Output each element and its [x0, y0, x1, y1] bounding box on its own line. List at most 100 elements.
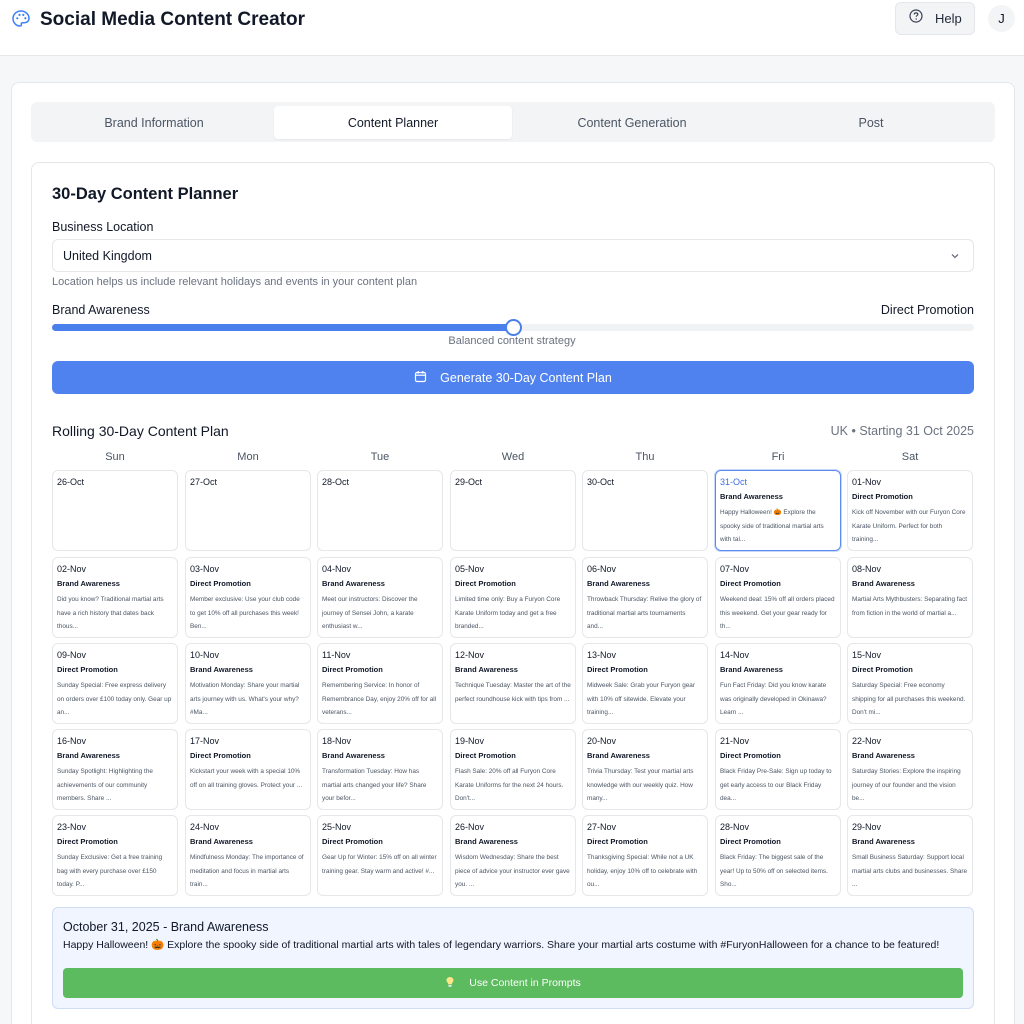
calendar-day-cell[interactable]: 03-Nov Direct Promotion Member exclusive: … [185, 557, 311, 638]
strategy-slider-thumb[interactable] [504, 319, 522, 336]
day-content-snippet: Midweek Sale: Grab your Furyon gear with… [587, 682, 695, 716]
avatar[interactable]: J [988, 5, 1015, 32]
calendar-day-cell[interactable]: 05-Nov Direct Promotion Limited time only:… [450, 557, 576, 638]
calendar-day-cell[interactable]: 26-Nov Brand Awareness Wisdom Wednesday: S… [450, 815, 576, 896]
day-content-snippet: Flash Sale: 20% off all Furyon Core Kara… [455, 768, 564, 802]
day-content-type: Direct Promotion [720, 579, 781, 588]
day-content-type: Direct Promotion [455, 579, 516, 588]
location-select[interactable]: United Kingdom [52, 239, 974, 272]
calendar-day-cell[interactable]: 10-Nov Brand Awareness Motivation Monday: … [185, 643, 311, 724]
detail-title: October 31, 2025 - Brand Awareness [63, 920, 269, 934]
calendar-day-cell[interactable]: 31-Oct Brand Awareness Happy Halloween! 🎃 … [715, 470, 841, 551]
day-date: 27-Nov [587, 822, 617, 832]
day-content-type: Direct Promotion [852, 665, 913, 674]
day-date: 22-Nov [852, 736, 882, 746]
chevron-down-icon [949, 250, 961, 265]
day-content-snippet: Technique Tuesday: Master the art of the… [455, 682, 571, 703]
day-content-type: Direct Promotion [322, 837, 383, 846]
calendar-day-cell[interactable]: 18-Nov Brand Awareness Transformation Tues… [317, 729, 443, 810]
calendar-day-cell[interactable]: 26-Oct [52, 470, 178, 551]
location-label: Business Location [52, 220, 154, 234]
day-content-type: Brand Awareness [322, 579, 385, 588]
day-content-snippet: Remembering Service: In honor of Remembr… [322, 682, 437, 716]
generate-plan-label: Generate 30-Day Content Plan [440, 370, 612, 385]
calendar-day-cell[interactable]: 28-Nov Direct Promotion Black Friday: The … [715, 815, 841, 896]
calendar-day-cell[interactable]: 27-Nov Direct Promotion Thanksgiving Speci… [582, 815, 708, 896]
calendar-day-cell[interactable]: 17-Nov Direct Promotion Kickstart your wee… [185, 729, 311, 810]
day-date: 13-Nov [587, 650, 617, 660]
day-content-type: Brand Awareness [587, 751, 650, 760]
day-date: 04-Nov [322, 564, 352, 574]
calendar-icon [414, 370, 440, 386]
calendar-day-cell[interactable]: 24-Nov Brand Awareness Mindfulness Monday:… [185, 815, 311, 896]
calendar-day-cell[interactable]: 01-Nov Direct Promotion Kick off November … [847, 470, 973, 551]
day-content-type: Brand Awareness [322, 751, 385, 760]
calendar-day-cell[interactable]: 14-Nov Brand Awareness Fun Fact Friday: Di… [715, 643, 841, 724]
calendar-day-cell[interactable]: 12-Nov Brand Awareness Technique Tuesday: … [450, 643, 576, 724]
day-content-snippet: Throwback Thursday: Relive the glory of … [587, 596, 702, 630]
detail-text: Happy Halloween! 🎃 Explore the spooky si… [63, 939, 940, 951]
day-content-snippet: Small Business Saturday: Support local m… [852, 854, 968, 888]
day-content-type: Brand Awareness [852, 751, 915, 760]
day-date: 16-Nov [57, 736, 87, 746]
calendar-day-cell[interactable]: 16-Nov Brand Awareness Sunday Spotlight: H… [52, 729, 178, 810]
calendar-day-cell[interactable]: 07-Nov Direct Promotion Weekend deal: 15% … [715, 557, 841, 638]
calendar-day-cell[interactable]: 23-Nov Direct Promotion Sunday Exclusive: … [52, 815, 178, 896]
calendar-day-cell[interactable]: 04-Nov Brand Awareness Meet our instructor… [317, 557, 443, 638]
calendar-day-cell[interactable]: 15-Nov Direct Promotion Saturday Special: … [847, 643, 973, 724]
day-date: 26-Nov [455, 822, 485, 832]
calendar-day-cell[interactable]: 27-Oct [185, 470, 311, 551]
calendar-day-cell[interactable]: 22-Nov Brand Awareness Saturday Stories: E… [847, 729, 973, 810]
calendar-day-cell[interactable]: 19-Nov Direct Promotion Flash Sale: 20% of… [450, 729, 576, 810]
calendar-day-cell[interactable]: 25-Nov Direct Promotion Gear Up for Winter… [317, 815, 443, 896]
calendar-day-cell[interactable]: 02-Nov Brand Awareness Did you know? Tradi… [52, 557, 178, 638]
day-date: 15-Nov [852, 650, 882, 660]
day-content-snippet: Sunday Spotlight: Highlighting the achie… [57, 768, 153, 802]
day-content-snippet: Sunday Exclusive: Get a free training ba… [57, 854, 163, 888]
calendar-day-cell[interactable]: 29-Nov Brand Awareness Small Business Satu… [847, 815, 973, 896]
weekday-header: Wed [501, 451, 525, 463]
use-content-button[interactable]: Use Content in Prompts [63, 968, 963, 998]
slider-left-label: Brand Awareness [52, 303, 150, 317]
day-content-snippet: Trivia Thursday: Test your martial arts … [587, 768, 694, 802]
help-button[interactable]: Help [895, 2, 975, 35]
calendar-day-cell[interactable]: 21-Nov Direct Promotion Black Friday Pre-S… [715, 729, 841, 810]
day-date: 18-Nov [322, 736, 352, 746]
calendar-day-cell[interactable]: 06-Nov Brand Awareness Throwback Thursday:… [582, 557, 708, 638]
slider-caption: Balanced content strategy [448, 335, 576, 347]
planner-title: 30-Day Content Planner [52, 185, 239, 203]
day-content-type: Brand Awareness [455, 665, 518, 674]
calendar-day-cell[interactable]: 08-Nov Brand Awareness Martial Arts Mythbu… [847, 557, 973, 638]
tab-content-generation[interactable]: Content Generation [513, 106, 751, 139]
weekday-header: Sat [901, 451, 919, 463]
day-content-snippet: Happy Halloween! 🎃 Explore the spooky si… [720, 509, 824, 543]
day-date: 23-Nov [57, 822, 87, 832]
calendar-day-cell[interactable]: 13-Nov Direct Promotion Midweek Sale: Grab… [582, 643, 708, 724]
day-date: 08-Nov [852, 564, 882, 574]
day-date: 14-Nov [720, 650, 750, 660]
calendar-day-cell[interactable]: 29-Oct [450, 470, 576, 551]
day-content-snippet: Black Friday Pre-Sale: Sign up today to … [720, 768, 832, 802]
calendar-day-cell[interactable]: 11-Nov Direct Promotion Remembering Servic… [317, 643, 443, 724]
calendar-day-cell[interactable]: 20-Nov Brand Awareness Trivia Thursday: Te… [582, 729, 708, 810]
day-content-snippet: Thanksgiving Special: While not a UK hol… [587, 854, 698, 888]
tab-post[interactable]: Post [752, 106, 990, 139]
generate-plan-button[interactable]: Generate 30-Day Content Plan [52, 361, 974, 394]
day-content-type: Direct Promotion [322, 665, 383, 674]
day-date: 25-Nov [322, 822, 352, 832]
day-content-snippet: Martial Arts Mythbusters: Separating fac… [852, 596, 968, 617]
calendar-day-cell[interactable]: 30-Oct [582, 470, 708, 551]
day-content-snippet: Weekend deal: 15% off all orders placed … [720, 596, 835, 630]
calendar-day-cell[interactable]: 09-Nov Direct Promotion Sunday Special: Fr… [52, 643, 178, 724]
weekday-header: Tue [370, 451, 390, 463]
day-content-type: Direct Promotion [720, 751, 781, 760]
day-content-type: Direct Promotion [190, 579, 251, 588]
tab-brand-information[interactable]: Brand Information [35, 106, 273, 139]
calendar-day-cell[interactable]: 28-Oct [317, 470, 443, 551]
day-content-type: Brand Awareness [190, 837, 253, 846]
tab-content-planner[interactable]: Content Planner [274, 106, 512, 139]
day-content-snippet: Gear Up for Winter: 15% off on all winte… [322, 854, 437, 875]
day-date: 24-Nov [190, 822, 220, 832]
day-date: 10-Nov [190, 650, 220, 660]
day-content-type: Brand Awareness [57, 751, 120, 760]
